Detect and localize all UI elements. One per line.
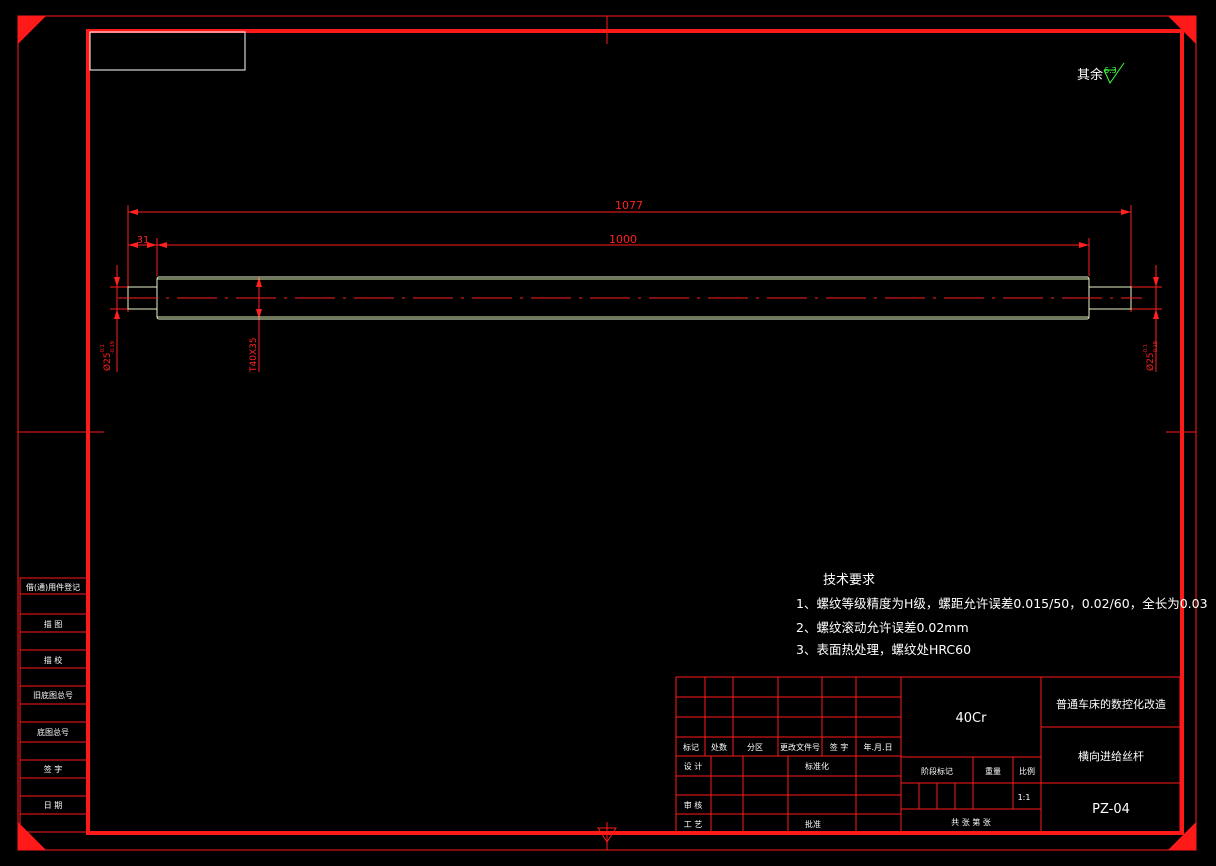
- side-panel-label: 旧底图总号: [33, 690, 73, 700]
- stage-mark-label: 阶段标记: [921, 766, 953, 776]
- part-name: 横向进给丝杆: [1078, 749, 1144, 763]
- dim-end-length: 31: [137, 235, 150, 246]
- dim-left-tol-upper: -0.1: [100, 344, 106, 354]
- project-title: 普通车床的数控化改造: [1056, 697, 1166, 711]
- outer-frame: [17, 15, 1197, 851]
- weight-label: 重量: [985, 766, 1001, 776]
- review-label: 审 核: [684, 800, 703, 810]
- inner-frame: [86, 29, 1184, 835]
- tech-requirements-title: 技术要求: [823, 573, 875, 588]
- design-label: 设 计: [684, 761, 703, 771]
- standardize-label: 标准化: [805, 761, 829, 771]
- rev-header: 标记: [683, 742, 699, 752]
- tech-requirement-1: 1、螺纹等级精度为H级，螺距允许误差0.015/50，0.02/60，全长为0.…: [796, 596, 1208, 611]
- drawing-number-box: [89, 31, 246, 71]
- process-label: 工 艺: [684, 820, 703, 829]
- side-panel-label: 借(通)用件登记: [26, 582, 80, 592]
- scale-value: 1:1: [1018, 793, 1031, 802]
- rev-header: 更改文件号: [780, 742, 820, 752]
- dim-right-tol-lower: -0.19: [1153, 341, 1159, 354]
- roughness-value: 6.3: [1104, 66, 1117, 75]
- side-panel-label: 底图总号: [37, 727, 69, 737]
- side-panel-label: 签 字: [44, 764, 63, 774]
- corner-mark-bl: [18, 822, 46, 850]
- drawing-number: PZ-04: [1092, 802, 1130, 817]
- side-panel-label: 描 校: [44, 655, 63, 665]
- rev-header: 分区: [747, 743, 763, 752]
- dim-thread-length: 1000: [609, 233, 637, 246]
- drawing-sheet: 其余 6.3 1077 1000 31 Ø25 -0.1 -0.19 Ø25 -…: [17, 15, 1208, 851]
- dimension-lines: [110, 205, 1162, 372]
- scale-label: 比例: [1019, 766, 1035, 776]
- tech-requirement-3: 3、表面热处理，螺纹处HRC60: [796, 642, 971, 657]
- dim-right-tol-upper: -0.1: [1143, 344, 1149, 354]
- dim-left-tol-lower: -0.19: [110, 341, 116, 354]
- dimension-arrows: [114, 209, 1159, 319]
- sheet-count: 共 张 第 张: [951, 817, 991, 827]
- rev-header: 签 字: [830, 742, 849, 752]
- approve-label: 批准: [805, 819, 821, 829]
- material: 40Cr: [956, 711, 988, 726]
- tech-requirement-2: 2、螺纹滚动允许误差0.02mm: [796, 620, 969, 635]
- roughness-symbol-icon: 6.3: [1103, 62, 1125, 84]
- rev-header: 年.月.日: [863, 742, 892, 752]
- dim-left-diameter: Ø25: [102, 352, 113, 371]
- dim-right-diameter: Ø25: [1145, 352, 1156, 371]
- side-panel-grid: [19, 577, 88, 833]
- dim-thread-spec: T40X35: [249, 337, 259, 373]
- dim-overall-length: 1077: [615, 199, 643, 212]
- corner-mark-tl: [18, 16, 46, 44]
- rev-header: 处数: [711, 742, 727, 752]
- side-panel-label: 描 图: [44, 619, 63, 629]
- side-panel-label: 日 期: [44, 801, 63, 810]
- roughness-label: 其余: [1077, 67, 1103, 83]
